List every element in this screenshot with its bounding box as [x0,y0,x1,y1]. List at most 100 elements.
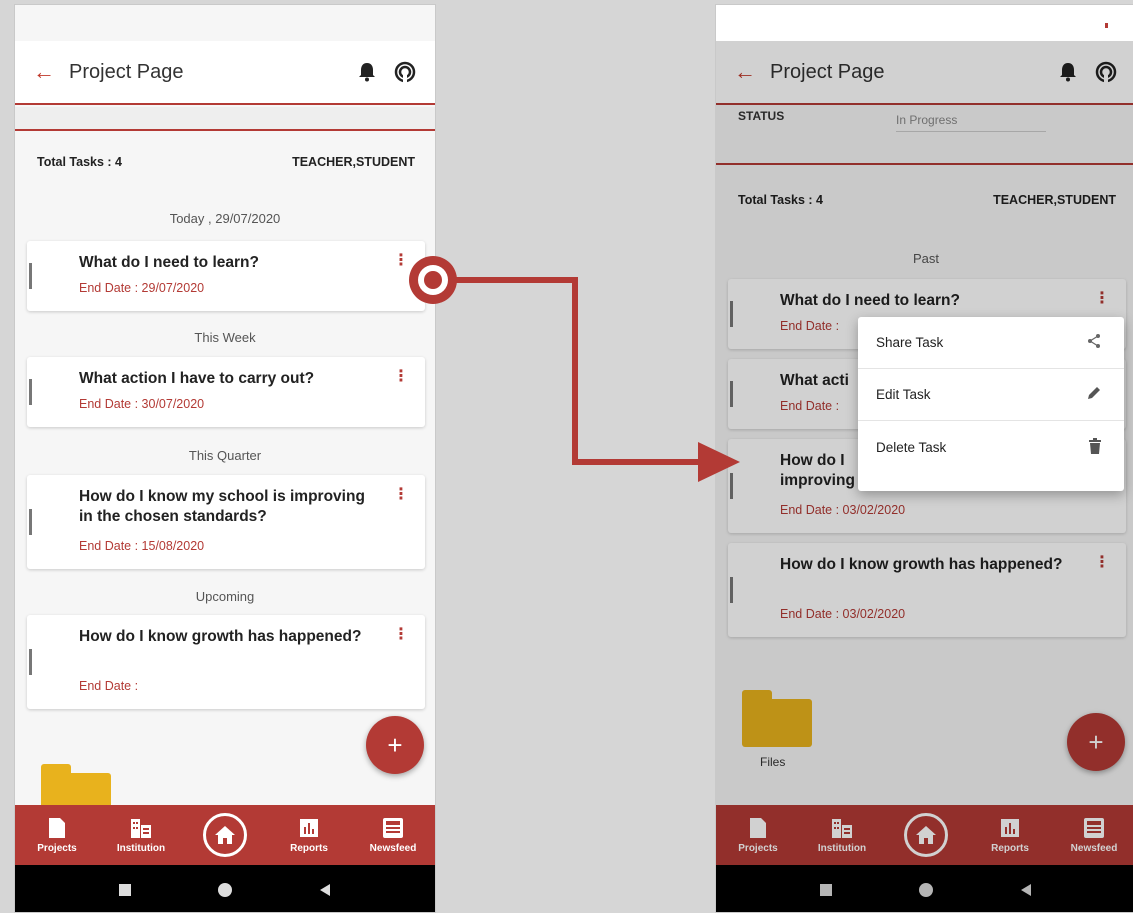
nav-reports[interactable]: Reports [274,816,344,854]
bottom-nav: Projects Institution Reports Newsfeed [716,805,1133,865]
chart-icon [999,816,1021,840]
task-card[interactable]: How do I know my school is improving in … [27,475,425,569]
task-title: How do I improving [780,452,855,489]
page-title: Project Page [69,60,184,83]
back-arrow-icon[interactable]: ← [734,59,770,85]
nav-label: Institution [817,843,867,854]
home-icon [203,813,247,857]
newspaper-icon [1083,816,1105,840]
nav-newsfeed[interactable]: Newsfeed [358,816,428,854]
add-task-button[interactable]: + [366,716,424,774]
task-title: What do I need to learn? [79,254,259,271]
home-circle-icon[interactable] [917,881,935,899]
nav-label: Newsfeed [369,843,417,854]
nav-home[interactable] [190,813,260,857]
card-bar [29,379,32,405]
more-vert-icon[interactable]: ⋮ [393,369,409,385]
card-bar [29,263,32,289]
back-triangle-icon[interactable] [316,881,334,899]
bottom-nav: Projects Institution Reports Newsfeed [15,805,435,865]
task-card[interactable]: What do I need to learn? End Date : 29/0… [27,241,425,311]
more-vert-icon[interactable]: ⋮ [393,253,409,269]
task-end-date: End Date : 03/02/2020 [780,503,906,517]
section-label: Upcoming [195,589,255,604]
task-card[interactable]: What action I have to carry out? End Dat… [27,357,425,427]
status-dot [1105,23,1108,28]
back-triangle-icon[interactable] [1017,881,1035,899]
more-vert-icon[interactable]: ⋮ [1094,555,1110,571]
menu-label: Share Task [876,335,944,350]
task-end-date: End Date : 15/08/2020 [79,539,205,553]
menu-label: Delete Task [876,439,947,455]
card-bar [730,577,733,603]
task-summary: Total Tasks : 4 TEACHER,STUDENT [37,155,415,169]
system-nav-bar [716,865,1133,912]
card-bar [730,381,733,407]
roles: TEACHER,STUDENT [292,155,415,169]
task-options-menu: Share Task Edit Task Delete Task [858,317,1124,491]
recents-icon[interactable] [116,881,134,899]
task-title: How do I know growth has happened? [79,628,362,645]
nav-projects[interactable]: Projects [22,816,92,854]
status-strip [15,107,435,131]
nav-label: Reports [991,843,1029,854]
add-task-button[interactable]: + [1067,713,1125,771]
nav-projects[interactable]: Projects [723,816,793,854]
nav-label: Newsfeed [1070,843,1118,854]
nav-newsfeed[interactable]: Newsfeed [1059,816,1129,854]
more-vert-icon[interactable]: ⋮ [393,627,409,643]
nav-institution[interactable]: Institution [106,816,176,854]
more-vert-icon[interactable]: ⋮ [1094,291,1110,307]
nav-home[interactable] [891,813,961,857]
task-summary: Total Tasks : 4 TEACHER,STUDENT [738,193,1116,207]
phone-screen-right: ← Project Page STATUS In Progress Total … [715,4,1133,913]
section-label: This Quarter [188,448,262,463]
nav-label: Projects [738,843,778,854]
task-end-date: End Date : [780,399,840,413]
nav-label: Institution [116,843,166,854]
building-icon [130,816,152,840]
nav-label: Reports [290,843,328,854]
share-task-option[interactable]: Share Task [858,317,1124,369]
card-bar [730,301,733,327]
delete-icon [1088,437,1102,457]
bell-icon[interactable] [355,60,379,84]
sync-icon[interactable] [1094,60,1118,84]
nav-institution[interactable]: Institution [807,816,877,854]
task-title: How do I know my school is improving in … [79,488,365,525]
card-bar [730,473,733,499]
task-title: What action I have to carry out? [79,370,315,387]
home-circle-icon[interactable] [216,881,234,899]
app-bar: ← Project Page [716,41,1133,105]
files-label: Files [760,755,786,769]
sync-icon[interactable] [393,60,417,84]
card-bar [29,509,32,535]
status-bar [716,5,1133,41]
edit-task-option[interactable]: Edit Task [858,369,1124,421]
delete-task-option[interactable]: Delete Task [858,421,1124,473]
task-end-date: End Date : 30/07/2020 [79,397,205,411]
task-card[interactable]: How do I know growth has happened? End D… [27,615,425,709]
back-arrow-icon[interactable]: ← [33,59,69,85]
recents-icon[interactable] [817,881,835,899]
roles: TEACHER,STUDENT [993,193,1116,207]
total-tasks: Total Tasks : 4 [37,155,122,169]
nav-label: Projects [37,843,77,854]
section-label: Today , 29/07/2020 [169,211,281,226]
card-bar [29,649,32,675]
folder-icon[interactable] [742,690,812,747]
section-label: This Week [194,330,256,345]
bell-icon[interactable] [1056,60,1080,84]
document-icon [747,816,769,840]
task-card[interactable]: How do I know growth has happened? End D… [728,543,1126,637]
status-section: STATUS In Progress [716,105,1133,165]
task-title: How do I know growth has happened? [780,556,1063,573]
nav-reports[interactable]: Reports [975,816,1045,854]
task-end-date: End Date : 29/07/2020 [79,281,205,295]
task-end-date: End Date : [780,319,840,333]
chart-icon [298,816,320,840]
building-icon [831,816,853,840]
task-title: What do I need to learn? [780,292,960,309]
more-vert-icon[interactable]: ⋮ [393,487,409,503]
status-dropdown[interactable]: In Progress [896,113,1046,132]
